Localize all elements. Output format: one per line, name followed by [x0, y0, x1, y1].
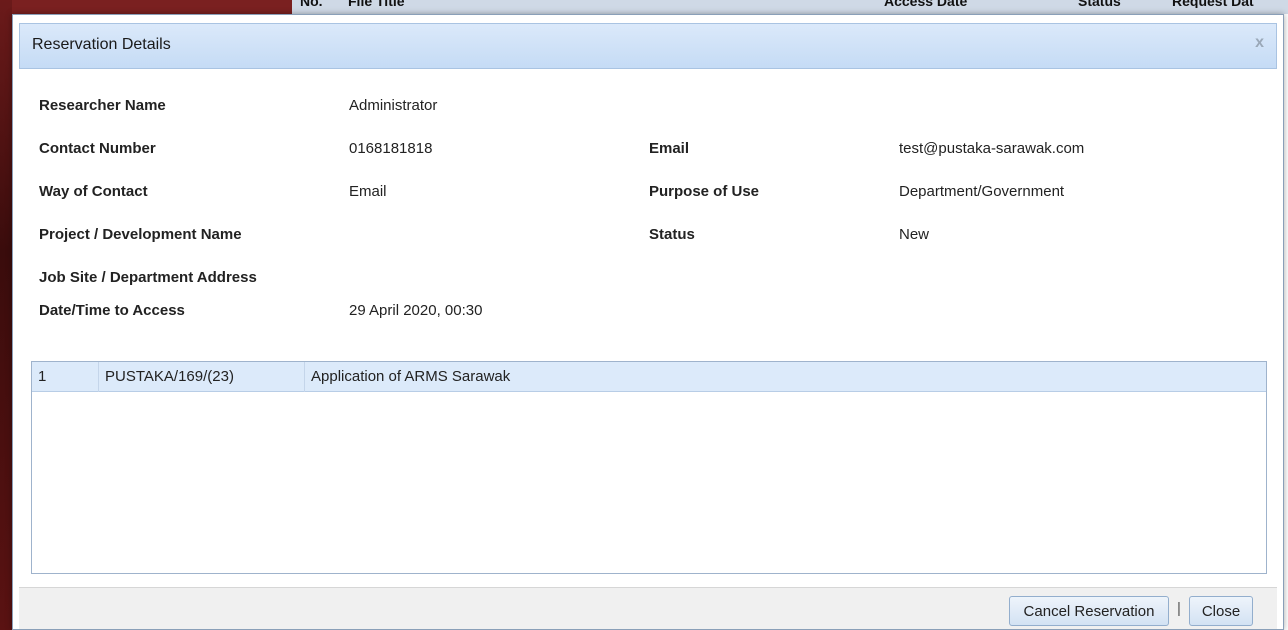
close-button[interactable]: Close [1189, 596, 1253, 626]
detail-row-job-site: Job Site / Department Address [39, 269, 1269, 302]
dialog-footer: Cancel Reservation | Close [19, 587, 1277, 629]
reservation-details-dialog: Reservation Details x Researcher Name Ad… [12, 14, 1284, 630]
project-name-label: Project / Development Name [39, 226, 242, 243]
file-title-cell: Application of ARMS Sarawak [304, 362, 904, 392]
detail-row-way-of-contact: Way of Contact Email Purpose of Use Depa… [39, 183, 1269, 226]
bg-col-access-date: Access Date [884, 0, 968, 8]
file-ref-cell: PUSTAKA/169/(23) [98, 362, 302, 392]
datetime-label: Date/Time to Access [39, 302, 185, 319]
bg-col-status: Status [1078, 0, 1121, 8]
detail-row-datetime: Date/Time to Access 29 April 2020, 00:30 [39, 302, 1269, 345]
close-icon[interactable]: x [1255, 34, 1264, 52]
email-label: Email [649, 140, 690, 157]
datetime-value: 29 April 2020, 00:30 [349, 302, 483, 319]
job-site-label: Job Site / Department Address [39, 269, 257, 286]
background-top-left [12, 0, 292, 14]
bg-col-file-title: File Title [348, 0, 405, 8]
dialog-titlebar: Reservation Details x [19, 23, 1277, 69]
detail-row-contact: Contact Number 0168181818 Email test@pus… [39, 140, 1269, 183]
bg-col-no: No. [300, 0, 323, 8]
detail-row-researcher: Researcher Name Administrator [39, 97, 1269, 140]
detail-row-project: Project / Development Name Status New [39, 226, 1269, 269]
researcher-name-label: Researcher Name [39, 97, 166, 114]
dialog-title: Reservation Details [32, 36, 171, 53]
status-label: Status [649, 226, 695, 243]
table-row[interactable]: 1 PUSTAKA/169/(23) Application of ARMS S… [32, 362, 1266, 392]
way-of-contact-label: Way of Contact [39, 183, 148, 200]
cancel-reservation-button[interactable]: Cancel Reservation [1009, 596, 1169, 626]
background-table-header: No. File Title Access Date Status Reques… [292, 0, 1288, 14]
email-value: test@pustaka-sarawak.com [899, 140, 1085, 157]
way-of-contact-value: Email [349, 183, 387, 200]
reserved-files-grid: 1 PUSTAKA/169/(23) Application of ARMS S… [31, 361, 1267, 574]
background-left-strip [0, 0, 12, 630]
contact-number-label: Contact Number [39, 140, 156, 157]
reservation-details: Researcher Name Administrator Contact Nu… [39, 97, 1269, 345]
purpose-of-use-label: Purpose of Use [649, 183, 760, 200]
purpose-of-use-value: Department/Government [899, 183, 1065, 200]
contact-number-value: 0168181818 [349, 140, 433, 157]
bg-col-request-date: Request Dat [1172, 0, 1254, 8]
status-value: New [899, 226, 930, 243]
button-separator: | [1177, 600, 1181, 617]
file-no-cell: 1 [38, 368, 47, 385]
researcher-name-value: Administrator [349, 97, 438, 114]
